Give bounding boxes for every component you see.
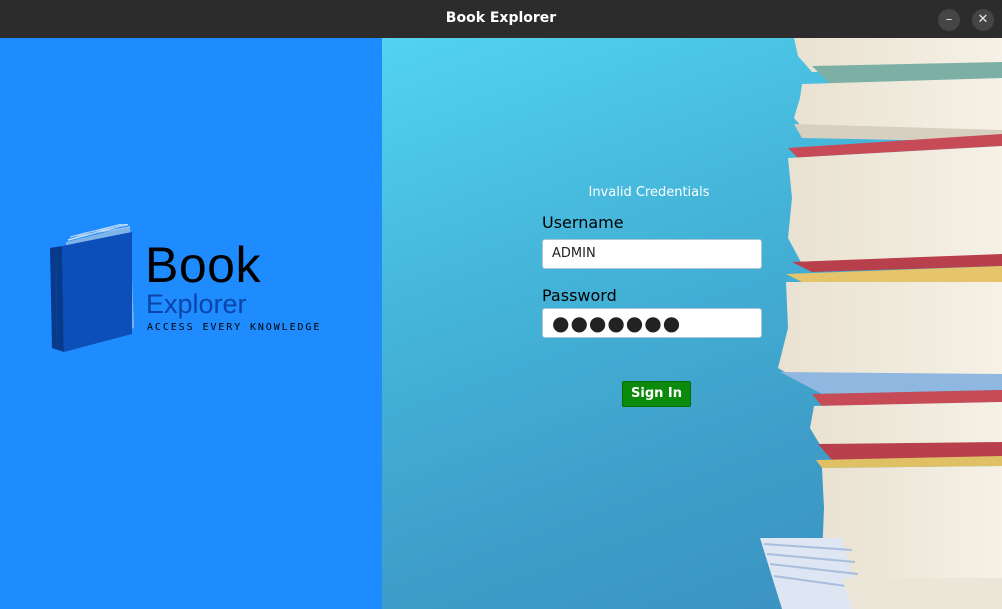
- sign-in-button[interactable]: Sign In: [622, 381, 691, 407]
- window-title: Book Explorer: [445, 10, 557, 26]
- minimize-button[interactable]: –: [938, 9, 960, 31]
- app-window: Book Explorer – ✕ Book Explorer ACCESS E…: [0, 0, 1002, 609]
- error-message: Invalid Credentials: [588, 185, 710, 200]
- close-button[interactable]: ✕: [972, 9, 994, 31]
- password-field[interactable]: ●●●●●●●: [542, 308, 762, 338]
- brand-name: Book: [145, 237, 261, 293]
- brand-subname: Explorer: [146, 289, 247, 319]
- password-label: Password: [542, 286, 617, 305]
- login-panel: Invalid Credentials Username ADMIN Passw…: [382, 38, 1002, 609]
- title-bar[interactable]: Book Explorer – ✕: [0, 0, 1002, 39]
- book-icon: [48, 224, 136, 354]
- brand-panel: Book Explorer ACCESS EVERY KNOWLEDGE: [0, 38, 382, 609]
- minimize-icon: –: [945, 12, 953, 27]
- brand-tagline: ACCESS EVERY KNOWLEDGE: [147, 322, 322, 333]
- username-label: Username: [542, 213, 624, 232]
- username-field[interactable]: ADMIN: [542, 239, 762, 269]
- close-icon: ✕: [977, 12, 989, 27]
